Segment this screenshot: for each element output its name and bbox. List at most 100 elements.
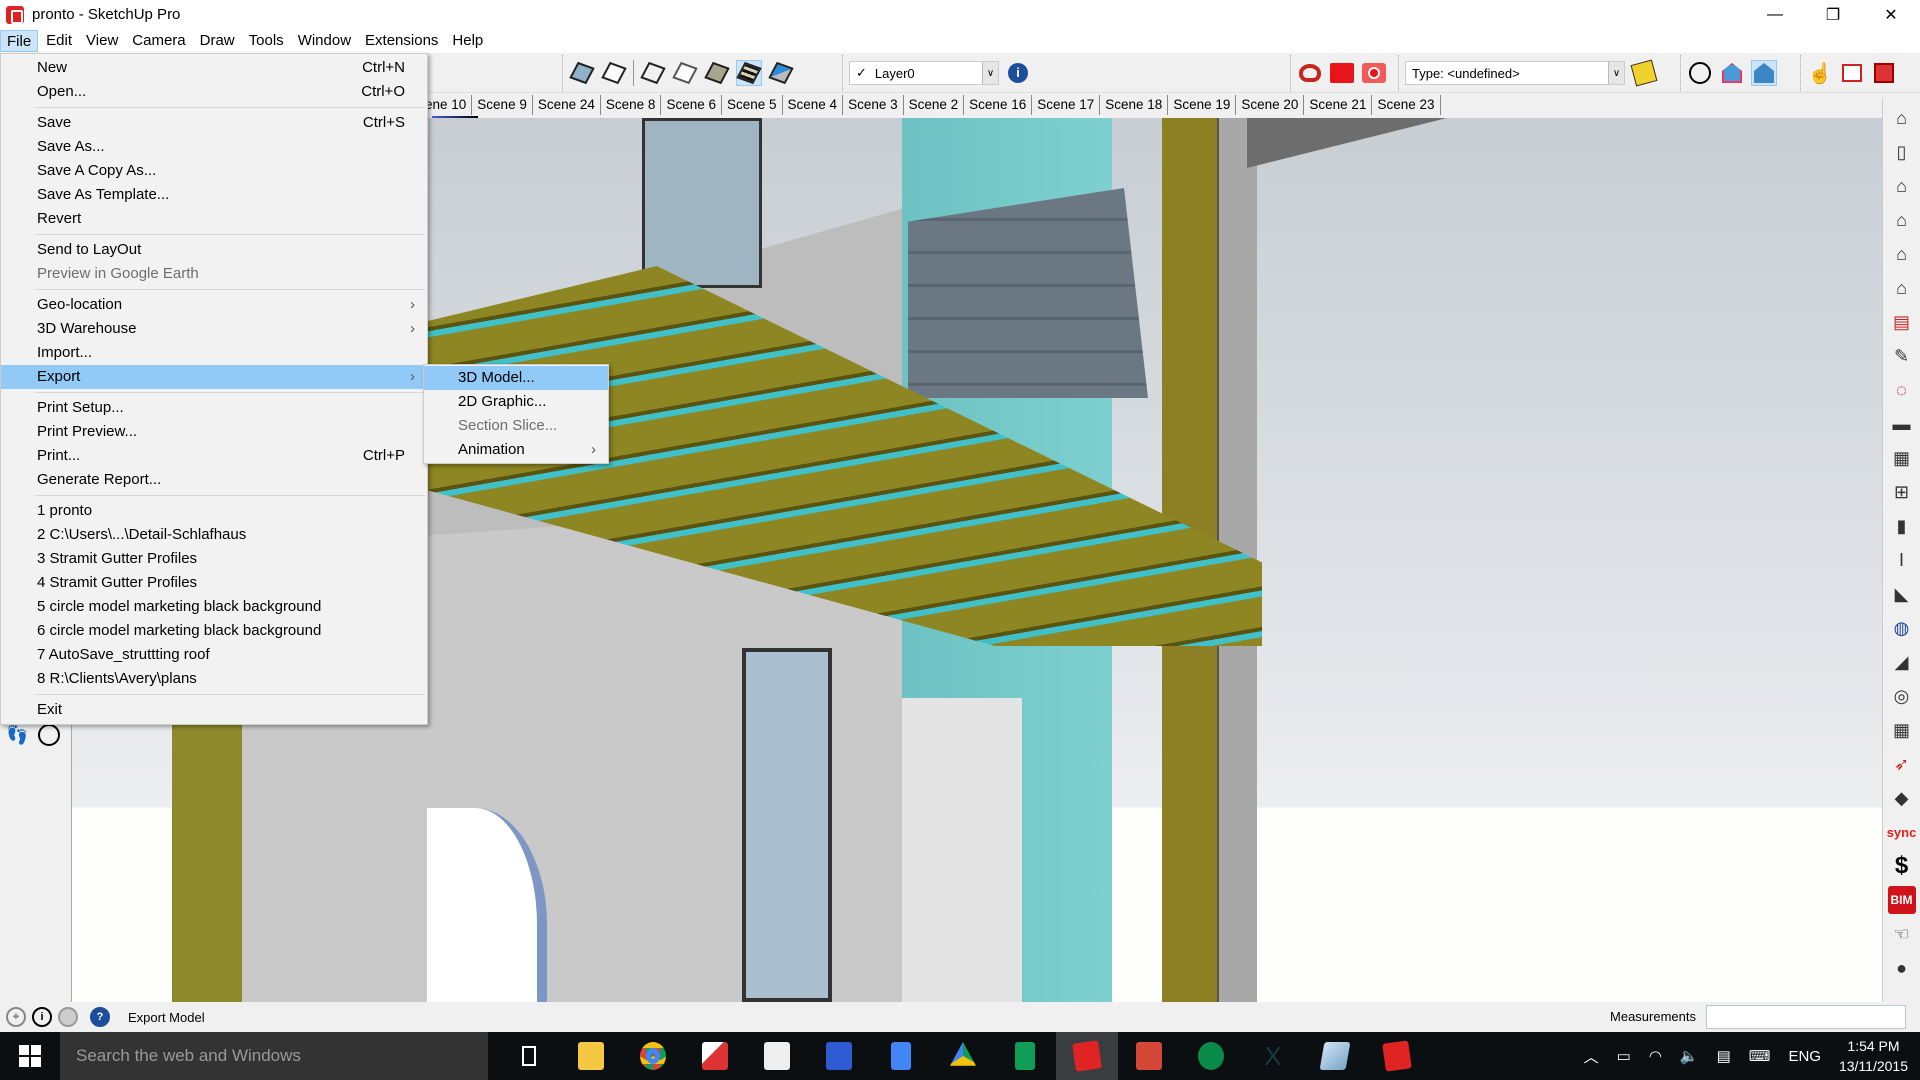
dollar-icon[interactable]: $ (1888, 852, 1916, 880)
scene-tab[interactable]: Scene 23 (1372, 95, 1441, 115)
interact-component-icon[interactable] (1297, 60, 1323, 86)
recent-file-item[interactable]: 2 C:\Users\...\Detail-Schlafhaus (1, 523, 427, 547)
submenu-item-3d-model[interactable]: 3D Model... (424, 366, 608, 390)
scene-tab[interactable]: Scene 3 (843, 95, 904, 115)
user-account-icon[interactable] (58, 1007, 78, 1027)
hand-icon[interactable]: ☜ (1888, 920, 1916, 948)
scene-tab[interactable]: Scene 9 (472, 95, 533, 115)
menu-tools[interactable]: Tools (243, 30, 290, 52)
submenu-item-animation[interactable]: Animation › (424, 438, 608, 462)
menu-edit[interactable]: Edit (40, 30, 78, 52)
scene-tab[interactable]: Scene 4 (783, 95, 844, 115)
house-roof-icon[interactable]: ⌂ (1888, 206, 1916, 234)
taskbar-app-google-apps[interactable] (746, 1032, 808, 1080)
geo-location-icon[interactable]: ⌖ (6, 1007, 26, 1027)
taskbar-app-google[interactable] (808, 1032, 870, 1080)
display-sections-house-icon[interactable] (1751, 60, 1777, 86)
menu-item-export[interactable]: Export › (1, 365, 427, 389)
menu-item-print[interactable]: Print... Ctrl+P (1, 444, 427, 468)
component-attributes-camera-icon[interactable] (1361, 60, 1387, 86)
scene-tab[interactable]: Scene 8 (601, 95, 662, 115)
house-3d-icon[interactable]: ⌂ (1888, 104, 1916, 132)
recent-file-item[interactable]: 3 Stramit Gutter Profiles (1, 547, 427, 571)
chevron-down-icon[interactable]: ∨ (1608, 62, 1624, 84)
hand-pointer-icon[interactable]: ☝ (1807, 60, 1833, 86)
recent-file-item[interactable]: 4 Stramit Gutter Profiles (1, 571, 427, 595)
scene-tab[interactable]: Scene 17 (1032, 95, 1101, 115)
restore-button[interactable]: ❐ (1804, 0, 1862, 29)
menu-item-geo-location[interactable]: Geo-location › (1, 293, 427, 317)
back-edges-style-icon[interactable] (601, 60, 627, 86)
wireframe-style-icon[interactable] (640, 60, 666, 86)
menu-item-print-preview[interactable]: Print Preview... (1, 420, 427, 444)
scene-tab[interactable]: Scene 21 (1304, 95, 1373, 115)
menu-item-open[interactable]: Open... Ctrl+O (1, 80, 427, 104)
brick-wall-icon[interactable]: ▦ (1888, 444, 1916, 472)
menu-item-import[interactable]: Import... (1, 341, 427, 365)
recent-file-item[interactable]: 8 R:\Clients\Avery\plans (1, 667, 427, 691)
scene-tab[interactable]: Scene 5 (722, 95, 783, 115)
runner-icon[interactable]: ➶ (1888, 750, 1916, 778)
taskbar-app-google-sheets[interactable] (994, 1032, 1056, 1080)
layer-dropdown[interactable]: ✓ Layer0 ∨ (849, 61, 999, 85)
slab-icon[interactable]: ▬ (1888, 410, 1916, 438)
column-icon[interactable]: Ι (1888, 546, 1916, 574)
export-cube-icon[interactable] (1871, 60, 1897, 86)
menu-item-save-as-template[interactable]: Save As Template... (1, 183, 427, 207)
taskbar-app-notepad[interactable] (1304, 1032, 1366, 1080)
menu-camera[interactable]: Camera (126, 30, 191, 52)
shaded-style-icon[interactable] (704, 60, 730, 86)
menu-item-generate-report[interactable]: Generate Report... (1, 468, 427, 492)
task-view-button[interactable] (498, 1032, 560, 1080)
scene-tab[interactable]: Scene 24 (533, 95, 601, 115)
scene-tab[interactable]: Scene 19 (1168, 95, 1237, 115)
help-icon[interactable]: ? (90, 1007, 110, 1027)
window-icon[interactable]: ⊞ (1888, 478, 1916, 506)
document-edit-icon[interactable]: ✎ (1888, 342, 1916, 370)
menu-extensions[interactable]: Extensions (359, 30, 444, 52)
language-indicator[interactable]: ENG (1788, 1048, 1821, 1065)
scene-tab[interactable]: Scene 6 (661, 95, 722, 115)
volume-icon[interactable]: 🔈 (1680, 1047, 1699, 1065)
menu-item-new[interactable]: New Ctrl+N (1, 56, 427, 80)
taskbar-search-box[interactable]: Search the web and Windows (60, 1032, 488, 1080)
menu-item-save-as[interactable]: Save As... (1, 135, 427, 159)
tape-measure-icon[interactable]: ◌ (1888, 376, 1916, 404)
menu-view[interactable]: View (80, 30, 124, 52)
recent-file-item[interactable]: 5 circle model marketing black backgroun… (1, 595, 427, 619)
house-front-icon[interactable]: ⌂ (1888, 172, 1916, 200)
taskbar-app-chrome[interactable] (622, 1032, 684, 1080)
menu-item-save[interactable]: Save Ctrl+S (1, 111, 427, 135)
classify-tags-icon[interactable] (1630, 59, 1658, 87)
menu-help[interactable]: Help (446, 30, 489, 52)
battery-icon[interactable]: ▭ (1617, 1047, 1631, 1065)
menu-item-revert[interactable]: Revert (1, 207, 427, 231)
wifi-icon[interactable]: ◠ (1649, 1047, 1662, 1065)
menu-item-send-to-layout[interactable]: Send to LayOut (1, 238, 427, 262)
menu-draw[interactable]: Draw (194, 30, 241, 52)
book-icon[interactable]: ▯ (1888, 138, 1916, 166)
menu-window[interactable]: Window (292, 30, 357, 52)
menu-item-exit[interactable]: Exit (1, 698, 427, 722)
house-outline-icon[interactable]: ⌂ (1888, 240, 1916, 268)
taskbar-app-x[interactable]: X (1242, 1032, 1304, 1080)
minimize-button[interactable]: — (1746, 0, 1804, 29)
close-button[interactable]: ✕ (1862, 0, 1920, 29)
measurements-input[interactable] (1706, 1005, 1906, 1029)
scene-tab[interactable]: Scene 18 (1100, 95, 1169, 115)
recent-file-item[interactable]: 7 AutoSave_struttting roof (1, 643, 427, 667)
bim-icon[interactable]: BIM (1887, 886, 1916, 914)
monochrome-style-icon[interactable] (768, 60, 794, 86)
menu-item-print-setup[interactable]: Print Setup... (1, 396, 427, 420)
taskbar-app-file-explorer[interactable] (560, 1032, 622, 1080)
action-center-icon[interactable]: ▤ (1717, 1047, 1731, 1065)
hidden-line-style-icon[interactable] (672, 60, 698, 86)
start-button[interactable] (0, 1032, 60, 1080)
beam-corner-icon[interactable]: ◣ (1888, 580, 1916, 608)
taskbar-clock[interactable]: 1:54 PM 13/11/2015 (1839, 1036, 1908, 1076)
position-camera-icon[interactable] (38, 724, 60, 746)
taskbar-app-google-docs[interactable] (870, 1032, 932, 1080)
recent-file-item[interactable]: 1 pronto (1, 499, 427, 523)
recent-file-item[interactable]: 6 circle model marketing black backgroun… (1, 619, 427, 643)
walk-footprints-icon[interactable]: 👣 (6, 724, 28, 746)
